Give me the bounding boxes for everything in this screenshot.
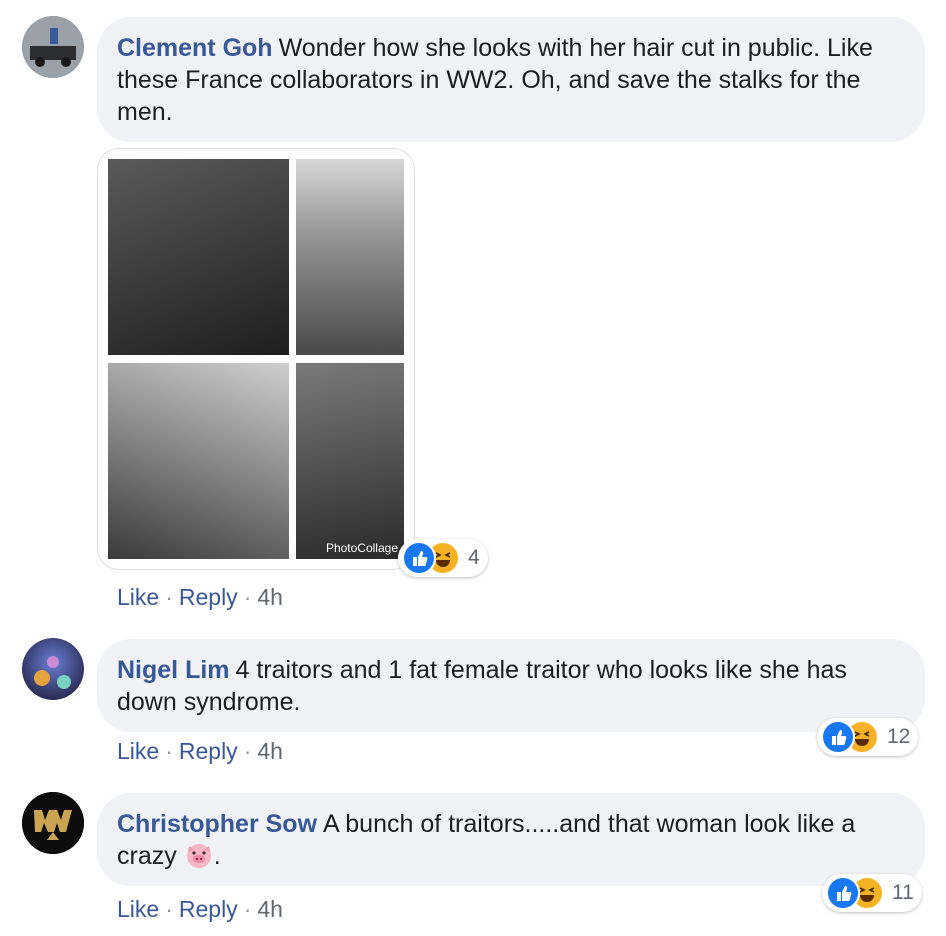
comment-actions: Like · Reply · 4h — [117, 584, 283, 611]
comment-timestamp[interactable]: 4h — [257, 896, 283, 922]
collage-photo[interactable]: PhotoCollage — [296, 363, 404, 559]
avatar[interactable] — [22, 16, 84, 78]
reply-link[interactable]: Reply — [179, 738, 238, 764]
separator: · — [165, 738, 173, 764]
separator: · — [243, 896, 252, 922]
reaction-count: 11 — [892, 881, 914, 904]
reaction-count: 12 — [887, 725, 911, 748]
reply-link[interactable]: Reply — [179, 896, 238, 922]
like-link[interactable]: Like — [117, 584, 159, 610]
collage-photo[interactable] — [296, 159, 404, 355]
reaction-summary[interactable]: 12 — [817, 718, 919, 756]
comment-bubble: Christopher Sow A bunch of traitors.....a… — [97, 793, 925, 886]
like-link[interactable]: Like — [117, 738, 159, 764]
photocollage-watermark: PhotoCollage — [325, 541, 398, 555]
avatar[interactable] — [22, 638, 84, 700]
collage-photo[interactable] — [108, 363, 289, 559]
separator: · — [165, 896, 173, 922]
like-icon — [402, 541, 436, 575]
comment-actions: Like · Reply · 4h — [117, 896, 283, 923]
comment-bubble: Nigel Lim 4 traitors and 1 fat female tra… — [97, 639, 925, 732]
comment-actions: Like · Reply · 4h — [117, 738, 283, 765]
avatar-image-icon — [22, 16, 84, 78]
collage-photo[interactable] — [108, 159, 289, 355]
avatar-image-icon — [22, 638, 84, 700]
comment-bubble: Clement Goh Wonder how she looks with her… — [97, 17, 925, 142]
reaction-summary[interactable]: 4 — [398, 539, 488, 577]
reply-link[interactable]: Reply — [179, 584, 238, 610]
comment-author[interactable]: Christopher Sow — [117, 810, 317, 838]
comment-timestamp[interactable]: 4h — [257, 738, 283, 764]
separator: · — [165, 584, 173, 610]
comment-author[interactable]: Clement Goh — [117, 34, 273, 62]
reaction-count: 4 — [468, 546, 480, 569]
avatar-image-icon — [22, 792, 84, 854]
reaction-summary[interactable]: 11 — [822, 874, 922, 912]
separator: · — [243, 584, 252, 610]
like-icon — [826, 876, 860, 910]
separator: · — [243, 738, 252, 764]
pig-face-icon — [184, 840, 214, 870]
like-link[interactable]: Like — [117, 896, 159, 922]
avatar[interactable] — [22, 792, 84, 854]
comment-text-end: . — [213, 842, 221, 870]
like-icon — [821, 720, 855, 754]
comment-timestamp[interactable]: 4h — [257, 584, 283, 610]
photo-collage-attachment[interactable]: PhotoCollage — [97, 148, 415, 570]
comment-author[interactable]: Nigel Lim — [117, 656, 230, 684]
